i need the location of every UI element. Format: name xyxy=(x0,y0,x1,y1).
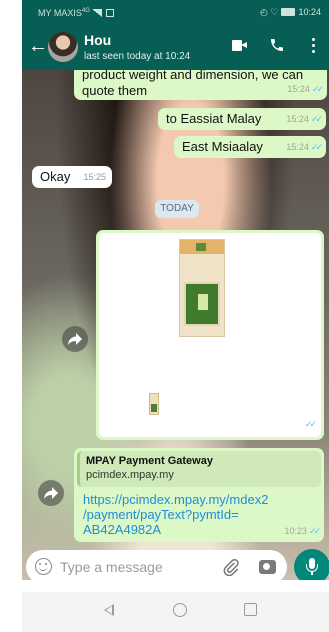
message-time: 15:24 xyxy=(286,142,309,152)
message-time: 15:24 xyxy=(286,114,309,124)
chat-area[interactable]: product weight and dimension, we can quo… xyxy=(22,70,329,580)
message-meta: 10:23 ✓✓ xyxy=(284,523,321,539)
last-seen-status: last seen today at 10:24 xyxy=(84,51,191,62)
message-time: 15:24 xyxy=(287,84,310,94)
contact-name[interactable]: Hou xyxy=(84,32,111,48)
link-preview-title: MPAY Payment Gateway xyxy=(86,455,213,467)
notification-icon xyxy=(105,9,114,17)
read-ticks-icon: ✓✓ xyxy=(308,526,321,536)
camera-icon[interactable] xyxy=(259,560,276,574)
message-time: 15:25 xyxy=(83,172,106,182)
message-composer xyxy=(26,550,287,580)
message-time: 10:23 xyxy=(284,526,307,536)
video-camera-icon[interactable] xyxy=(232,40,247,51)
read-ticks-icon: ✓✓ xyxy=(311,84,324,94)
message-meta: 15:24 ✓✓ xyxy=(286,111,323,127)
message-meta: 15:25 xyxy=(83,169,106,185)
nav-back-icon[interactable] xyxy=(104,604,114,616)
link-preview-domain: pcimdex.mpay.my xyxy=(86,469,174,481)
forward-icon[interactable] xyxy=(38,480,64,506)
link-url[interactable]: https://pcimdex.mpay.my/mdex2/payment/pa… xyxy=(77,487,305,537)
chat-header: ← Hou last seen today at 10:24 xyxy=(22,26,329,70)
message-outgoing[interactable]: to Eassiat Malay 15:24 ✓✓ xyxy=(158,108,326,130)
message-text: East Msiaalay xyxy=(182,139,263,154)
read-ticks-icon: ✓✓ xyxy=(310,142,323,152)
message-meta: 15:24 ✓✓ xyxy=(287,81,324,97)
message-outgoing[interactable]: product weight and dimension, we can quo… xyxy=(74,70,327,100)
product-photo[interactable] xyxy=(99,233,321,437)
status-right: ◴ ♡ 10:24 xyxy=(260,7,321,18)
system-nav-bar xyxy=(22,592,329,632)
link-message[interactable]: MPAY Payment Gateway pcimdex.mpay.my htt… xyxy=(74,448,324,542)
arrow-left-icon[interactable]: ← xyxy=(28,36,48,56)
microphone-icon[interactable] xyxy=(294,549,329,580)
message-meta: 10:23 ✓✓ xyxy=(280,416,317,432)
location-icon: ♡ xyxy=(270,7,279,17)
phone-screen: MY MAXIS4G ◴ ♡ 10:24 ← Hou last seen toda… xyxy=(22,0,329,632)
product-box-image xyxy=(179,239,225,337)
nav-recents-icon[interactable] xyxy=(244,603,257,616)
message-input[interactable] xyxy=(60,557,200,577)
link-preview[interactable]: MPAY Payment Gateway pcimdex.mpay.my xyxy=(77,451,321,487)
read-ticks-icon: ✓✓ xyxy=(310,114,323,124)
message-time: 10:23 xyxy=(280,419,303,429)
message-text: to Eassiat Malay xyxy=(166,111,262,126)
read-ticks-icon: ✓✓ xyxy=(304,419,317,429)
image-message[interactable]: 10:23 ✓✓ xyxy=(96,230,324,440)
alarm-icon: ◴ xyxy=(260,7,268,17)
message-incoming[interactable]: Okay 15:25 xyxy=(32,166,112,188)
phone-icon[interactable] xyxy=(269,37,285,58)
status-bar: MY MAXIS4G ◴ ♡ 10:24 xyxy=(22,0,329,26)
network-type: 4G xyxy=(81,8,90,14)
date-divider: TODAY xyxy=(155,200,199,218)
carrier-name: MY MAXIS xyxy=(38,8,82,18)
nav-home-icon[interactable] xyxy=(173,603,187,617)
battery-icon xyxy=(281,8,296,16)
carrier-info: MY MAXIS4G xyxy=(38,8,114,18)
signal-icon xyxy=(91,9,102,17)
emoji-icon[interactable] xyxy=(35,558,52,575)
avatar[interactable] xyxy=(48,32,78,62)
message-meta: 15:24 ✓✓ xyxy=(286,139,323,155)
message-outgoing[interactable]: East Msiaalay 15:24 ✓✓ xyxy=(174,136,326,158)
message-text: Okay xyxy=(40,169,71,184)
status-time: 10:24 xyxy=(298,7,321,17)
message-text: product weight and dimension, we can quo… xyxy=(82,70,304,98)
forward-icon[interactable] xyxy=(62,326,88,352)
product-thumbnail-image xyxy=(149,393,159,415)
paperclip-icon[interactable] xyxy=(222,558,240,580)
more-vert-icon[interactable] xyxy=(312,38,316,56)
